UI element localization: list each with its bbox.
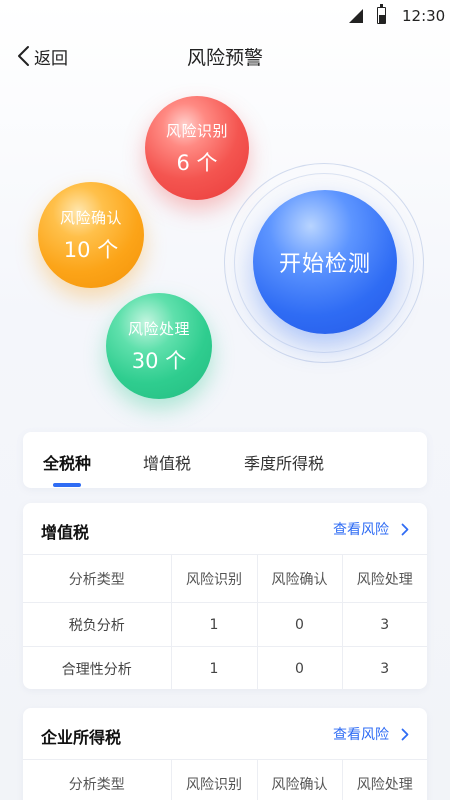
risk-confirm-count: 10 个 [63,237,119,262]
signal-icon [349,9,363,23]
tab-all-taxes[interactable]: 全税种 [43,450,91,474]
tab-vat[interactable]: 增值税 [143,450,191,474]
corporate-income-tax-card: 企业所得税 查看风险 分析类型 风险识别 风险确认 风险处理 [23,708,427,800]
back-label: 返回 [34,48,68,69]
risk-handle-bubble[interactable]: 风险处理 30 个 [106,293,212,399]
battery-icon [377,4,386,24]
card-header: 增值税 查看风险 [23,503,427,554]
vat-card: 增值税 查看风险 分析类型 风险识别 风险确认 风险处理 税负分析 1 0 3 … [23,503,427,689]
table-cell: 合理性分析 [23,646,171,689]
table-cell: 3 [341,602,427,647]
nav-bar: 返回 风险预警 [0,34,450,78]
table-row: 税负分析 1 0 3 [23,602,427,647]
risk-confirm-bubble[interactable]: 风险确认 10 个 [38,182,144,288]
status-bar: 12:30 [0,0,450,34]
card-title: 增值税 [41,523,90,542]
table-cell: 1 [170,602,257,647]
view-risk-label: 查看风险 [333,522,389,538]
view-risk-link[interactable]: 查看风险 [333,519,409,539]
tab-quarterly-income-tax[interactable]: 季度所得税 [244,450,324,474]
risk-identify-bubble[interactable]: 风险识别 6 个 [145,96,249,200]
column-header: 风险确认 [256,759,342,800]
table-header-row: 分析类型 风险识别 风险确认 风险处理 [23,759,427,800]
table-cell: 0 [256,602,342,647]
risk-handle-title: 风险处理 [127,319,190,338]
active-tab-indicator [53,483,81,487]
column-header: 风险识别 [170,759,257,800]
table-cell: 3 [341,646,427,689]
table-cell: 税负分析 [23,602,171,647]
column-header: 风险确认 [256,554,342,603]
card-header: 企业所得税 查看风险 [23,708,427,759]
table-header-row: 分析类型 风险识别 风险确认 风险处理 [23,554,427,603]
chevron-left-icon [18,46,29,66]
table-cell: 0 [256,646,342,689]
risk-table: 分析类型 风险识别 风险确认 风险处理 [23,759,427,800]
tax-type-tabs: 全税种 增值税 季度所得税 [23,432,427,488]
start-detect-button[interactable]: 开始检测 [253,190,397,334]
chevron-right-icon [401,728,409,740]
view-risk-link[interactable]: 查看风险 [333,724,409,744]
back-button[interactable]: 返回 [16,42,68,70]
risk-identify-title: 风险识别 [165,121,228,140]
risk-table: 分析类型 风险识别 风险确认 风险处理 税负分析 1 0 3 合理性分析 1 0… [23,554,427,689]
column-header: 风险处理 [341,554,427,603]
column-header: 风险处理 [341,759,427,800]
risk-identify-count: 6 个 [176,150,218,175]
risk-handle-count: 30 个 [131,348,187,373]
risk-confirm-title: 风险确认 [59,208,122,227]
card-title: 企业所得税 [41,728,122,747]
status-time: 12:30 [402,7,446,25]
table-cell: 1 [170,646,257,689]
chevron-right-icon [401,523,409,535]
column-header: 风险识别 [170,554,257,603]
column-header: 分析类型 [23,554,171,603]
column-header: 分析类型 [23,759,171,800]
view-risk-label: 查看风险 [333,727,389,743]
table-row: 合理性分析 1 0 3 [23,646,427,689]
start-detect-label: 开始检测 [278,252,371,277]
